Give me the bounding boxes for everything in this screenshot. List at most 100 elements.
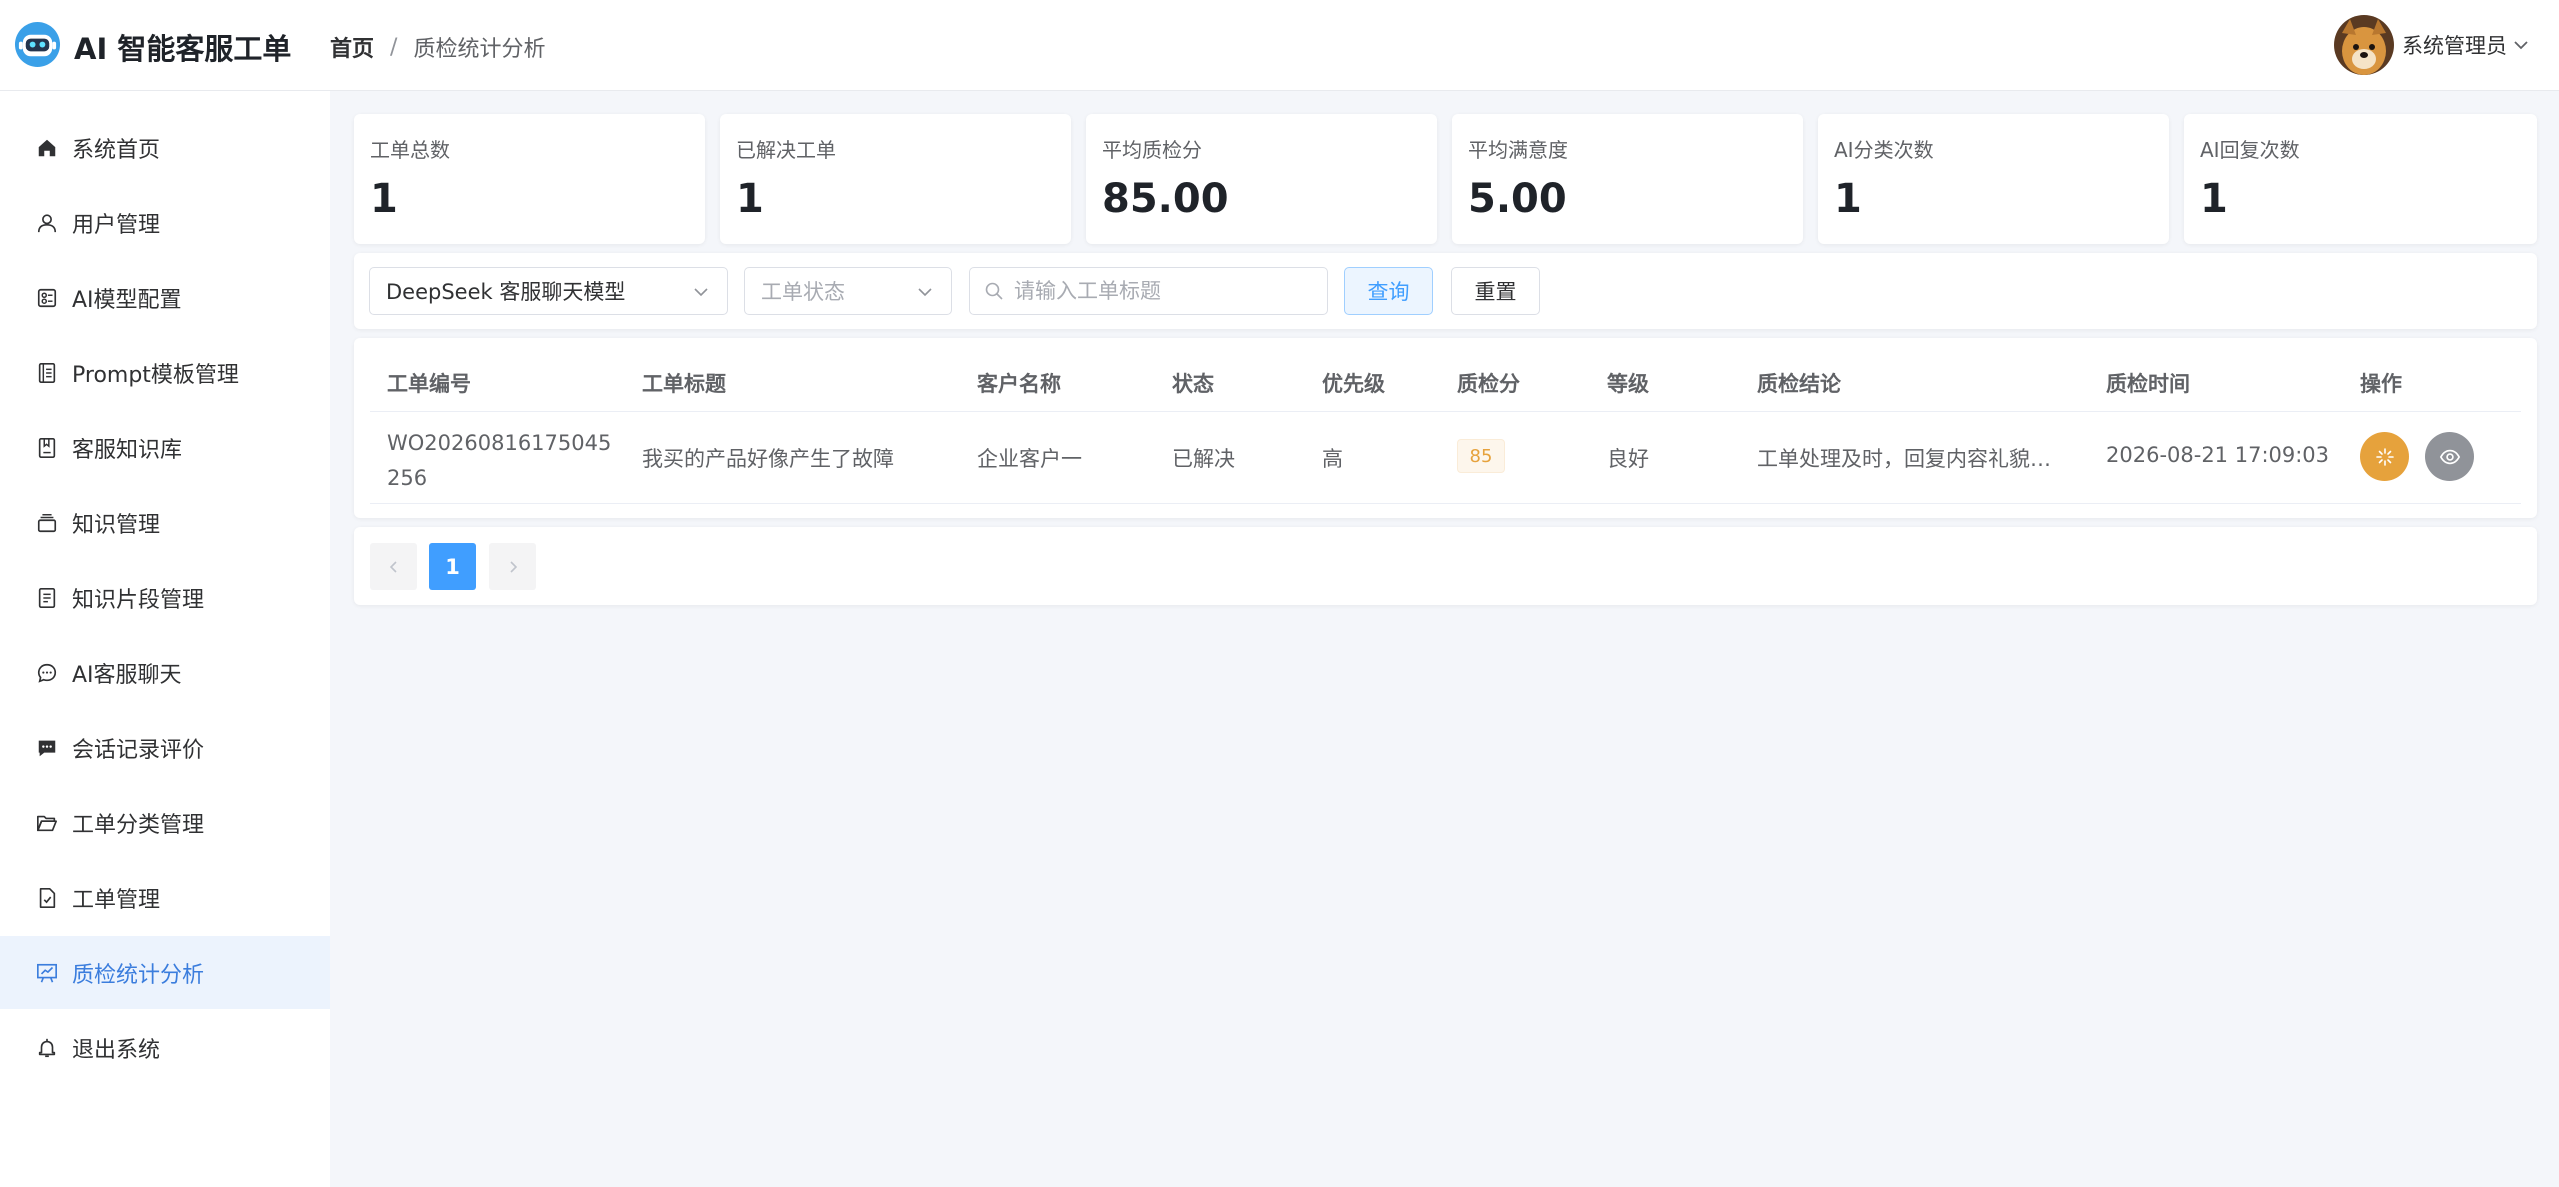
table-header: 操作: [2360, 372, 2402, 396]
prev-page-button[interactable]: [370, 543, 417, 590]
stat-label: AI分类次数: [1834, 138, 1934, 162]
sidebar-item-session-review[interactable]: 会话记录评价: [0, 711, 330, 784]
view-button[interactable]: [2425, 432, 2474, 481]
pagination: 1: [354, 527, 2537, 605]
status-select[interactable]: 工单状态: [744, 267, 952, 315]
stat-card-ai-classify: AI分类次数 1: [1818, 114, 2169, 244]
knowledge-icon: [34, 510, 60, 536]
sidebar-item-prompt-template[interactable]: Prompt模板管理: [0, 336, 330, 409]
row-divider: [370, 503, 2521, 504]
top-header: AI 智能客服工单 首页 / 质检统计分析 系统管理员: [0, 0, 2559, 91]
breadcrumb: 首页 / 质检统计分析: [330, 31, 545, 63]
stat-card-resolved: 已解决工单 1: [720, 114, 1071, 244]
header-divider: [370, 411, 2521, 412]
sidebar-item-label: 客服知识库: [72, 437, 183, 463]
sidebar-item-label: 工单分类管理: [72, 812, 205, 838]
stat-label: 已解决工单: [736, 138, 836, 162]
model-select-value: DeepSeek 客服聊天模型: [386, 280, 626, 304]
sidebar-item-label: 工单管理: [72, 887, 161, 913]
sidebar-item-label: Prompt模板管理: [72, 362, 239, 388]
avatar[interactable]: [2334, 15, 2394, 75]
user-icon: [34, 210, 60, 236]
stat-card-avg-satisfaction: 平均满意度 5.00: [1452, 114, 1803, 244]
ticket-title: 我买的产品好像产生了故障: [642, 447, 894, 471]
reset-button[interactable]: 重置: [1451, 267, 1540, 315]
status-select-placeholder: 工单状态: [761, 280, 845, 304]
sidebar-item-quality-analytics[interactable]: 质检统计分析: [0, 936, 330, 1009]
table-header: 工单标题: [642, 372, 726, 396]
search-input[interactable]: [1014, 279, 1314, 303]
score-tag: 85: [1457, 439, 1505, 473]
table-header: 状态: [1172, 372, 1214, 396]
comment-icon: [34, 735, 60, 761]
table-header: 质检分: [1457, 372, 1520, 396]
sidebar-item-label: AI客服聊天: [72, 662, 182, 688]
model-config-icon: [34, 285, 60, 311]
chevron-down-icon: [918, 288, 932, 297]
stat-value: 1: [736, 176, 764, 222]
stat-value: 1: [1834, 176, 1862, 222]
sidebar-item-knowledge-base[interactable]: 客服知识库: [0, 411, 330, 484]
stat-value: 85.00: [1102, 176, 1229, 222]
quality-grade: 良好: [1607, 447, 1649, 471]
sidebar-item-label: 知识片段管理: [72, 587, 205, 613]
sidebar-item-users[interactable]: 用户管理: [0, 186, 330, 259]
analytics-icon: [34, 960, 60, 986]
app-title: AI 智能客服工单: [74, 32, 292, 66]
stat-card-avg-score: 平均质检分 85.00: [1086, 114, 1437, 244]
table-header: 质检时间: [2106, 372, 2190, 396]
folder-icon: [34, 810, 60, 836]
table-header: 质检结论: [1757, 372, 1841, 396]
chevron-down-icon[interactable]: [2511, 35, 2531, 55]
sidebar-item-label: 知识管理: [72, 512, 161, 538]
sidebar-item-label: 退出系统: [72, 1037, 161, 1063]
sidebar-item-ticket-category[interactable]: 工单分类管理: [0, 786, 330, 859]
query-button[interactable]: 查询: [1344, 267, 1433, 315]
table-header: 工单编号: [387, 372, 471, 396]
sidebar-item-label: 会话记录评价: [72, 737, 205, 763]
ticket-icon: [34, 885, 60, 911]
page-number-button[interactable]: 1: [429, 543, 476, 590]
knowledge-base-icon: [34, 435, 60, 461]
chevron-right-icon: [509, 560, 517, 573]
breadcrumb-separator: /: [390, 34, 398, 60]
ticket-priority: 高: [1322, 447, 1343, 471]
quality-time: 2026-08-21 17:09:03: [2106, 443, 2330, 467]
breadcrumb-home[interactable]: 首页: [330, 31, 374, 63]
user-menu[interactable]: 系统管理员: [2334, 15, 2531, 75]
sidebar-item-label: 系统首页: [72, 137, 161, 163]
table-header: 优先级: [1322, 372, 1385, 396]
robot-logo-icon: [14, 21, 61, 68]
username[interactable]: 系统管理员: [2402, 30, 2507, 60]
stat-label: AI回复次数: [2200, 138, 2300, 162]
rerun-quality-button[interactable]: [2360, 432, 2409, 481]
fragment-icon: [34, 585, 60, 611]
chevron-left-icon: [389, 560, 397, 573]
ticket-status: 已解决: [1172, 447, 1235, 471]
bell-icon: [34, 1035, 60, 1061]
stat-card-total: 工单总数 1: [354, 114, 705, 244]
next-page-button[interactable]: [489, 543, 536, 590]
quality-conclusion: 工单处理及时，回复内容礼貌…: [1757, 447, 2051, 471]
stat-card-ai-reply: AI回复次数 1: [2184, 114, 2537, 244]
table-header: 等级: [1607, 372, 1649, 396]
quality-table: 工单编号 工单标题 客户名称 状态 优先级 质检分 等级 质检结论 质检时间 操…: [354, 338, 2537, 518]
sidebar-item-tickets[interactable]: 工单管理: [0, 861, 330, 934]
stat-value: 5.00: [1468, 176, 1567, 222]
breadcrumb-current: 质检统计分析: [413, 37, 546, 62]
search-box[interactable]: [969, 267, 1328, 315]
stat-value: 1: [370, 176, 398, 222]
sidebar-item-model-config[interactable]: AI模型配置: [0, 261, 330, 334]
eye-icon: [2439, 449, 2460, 464]
sidebar-item-knowledge[interactable]: 知识管理: [0, 486, 330, 559]
model-select[interactable]: DeepSeek 客服聊天模型: [369, 267, 728, 315]
sidebar-item-logout[interactable]: 退出系统: [0, 1011, 330, 1084]
home-icon: [34, 135, 60, 161]
sidebar-item-fragments[interactable]: 知识片段管理: [0, 561, 330, 634]
sidebar-item-home[interactable]: 系统首页: [0, 111, 330, 184]
sidebar-item-label: 用户管理: [72, 212, 161, 238]
stat-label: 平均质检分: [1102, 138, 1202, 162]
sidebar-item-label: 质检统计分析: [72, 962, 205, 988]
search-icon: [985, 282, 1003, 300]
sidebar-item-ai-chat[interactable]: AI客服聊天: [0, 636, 330, 709]
